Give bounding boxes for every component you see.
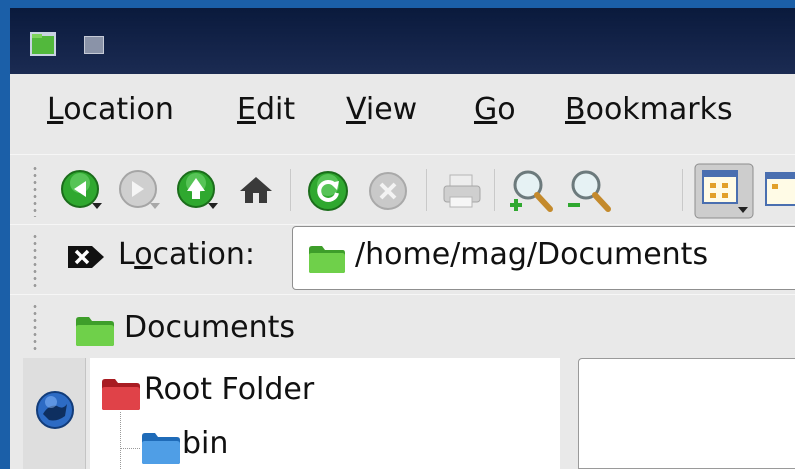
home-icon[interactable] [236, 171, 276, 211]
folder-icon [309, 246, 345, 273]
toolbar-separator [682, 169, 684, 211]
location-input[interactable]: /home/mag/Documents [292, 226, 795, 290]
location-path: /home/mag/Documents [355, 237, 709, 272]
up-icon[interactable] [176, 169, 222, 215]
sidebar-tab-strip [23, 358, 86, 469]
toolbar-separator [494, 169, 496, 211]
file-manager-window: Location Edit View Go Bookmarks Location… [10, 8, 795, 469]
main-toolbar [10, 154, 795, 225]
root-folder-icon [102, 379, 140, 410]
tree-guide-line [120, 448, 140, 449]
tree-item-root-folder[interactable]: Root Folder [144, 372, 314, 407]
app-icon[interactable] [30, 32, 56, 56]
file-list-pane[interactable] [578, 358, 795, 469]
menu-edit[interactable]: Edit [237, 90, 295, 130]
menu-view[interactable]: View [346, 90, 417, 130]
reload-icon[interactable] [306, 169, 352, 215]
tree-guide-line [120, 412, 121, 469]
menu-bar: Location Edit View Go Bookmarks [10, 74, 795, 154]
title-bar[interactable] [10, 8, 795, 74]
menu-location[interactable]: Location [47, 90, 174, 130]
clear-location-icon[interactable] [66, 244, 106, 270]
toolbar-grip[interactable] [32, 303, 38, 351]
back-icon[interactable] [60, 169, 106, 215]
location-label: Location: [118, 237, 255, 272]
menu-go[interactable]: Go [474, 90, 516, 130]
folder-tree: Root Folder bin [90, 358, 560, 469]
list-view-icon[interactable] [762, 169, 795, 209]
window-menu-icon[interactable] [84, 36, 104, 54]
icon-view-icon[interactable] [694, 163, 754, 219]
zoom-out-icon[interactable] [566, 167, 616, 215]
print-icon[interactable] [440, 171, 484, 213]
network-globe-icon[interactable] [35, 390, 75, 430]
forward-icon[interactable] [118, 169, 164, 215]
bin-folder-icon [142, 433, 180, 464]
folder-icon [76, 317, 114, 346]
menu-bookmarks[interactable]: Bookmarks [565, 90, 733, 130]
tree-item-bin[interactable]: bin [182, 426, 228, 461]
toolbar-separator [290, 169, 292, 211]
breadcrumb-documents[interactable]: Documents [124, 310, 295, 345]
toolbar-grip[interactable] [32, 165, 38, 217]
stop-icon[interactable] [366, 169, 412, 215]
toolbar-separator [426, 169, 428, 211]
zoom-in-icon[interactable] [508, 167, 558, 215]
toolbar-grip[interactable] [32, 233, 38, 287]
